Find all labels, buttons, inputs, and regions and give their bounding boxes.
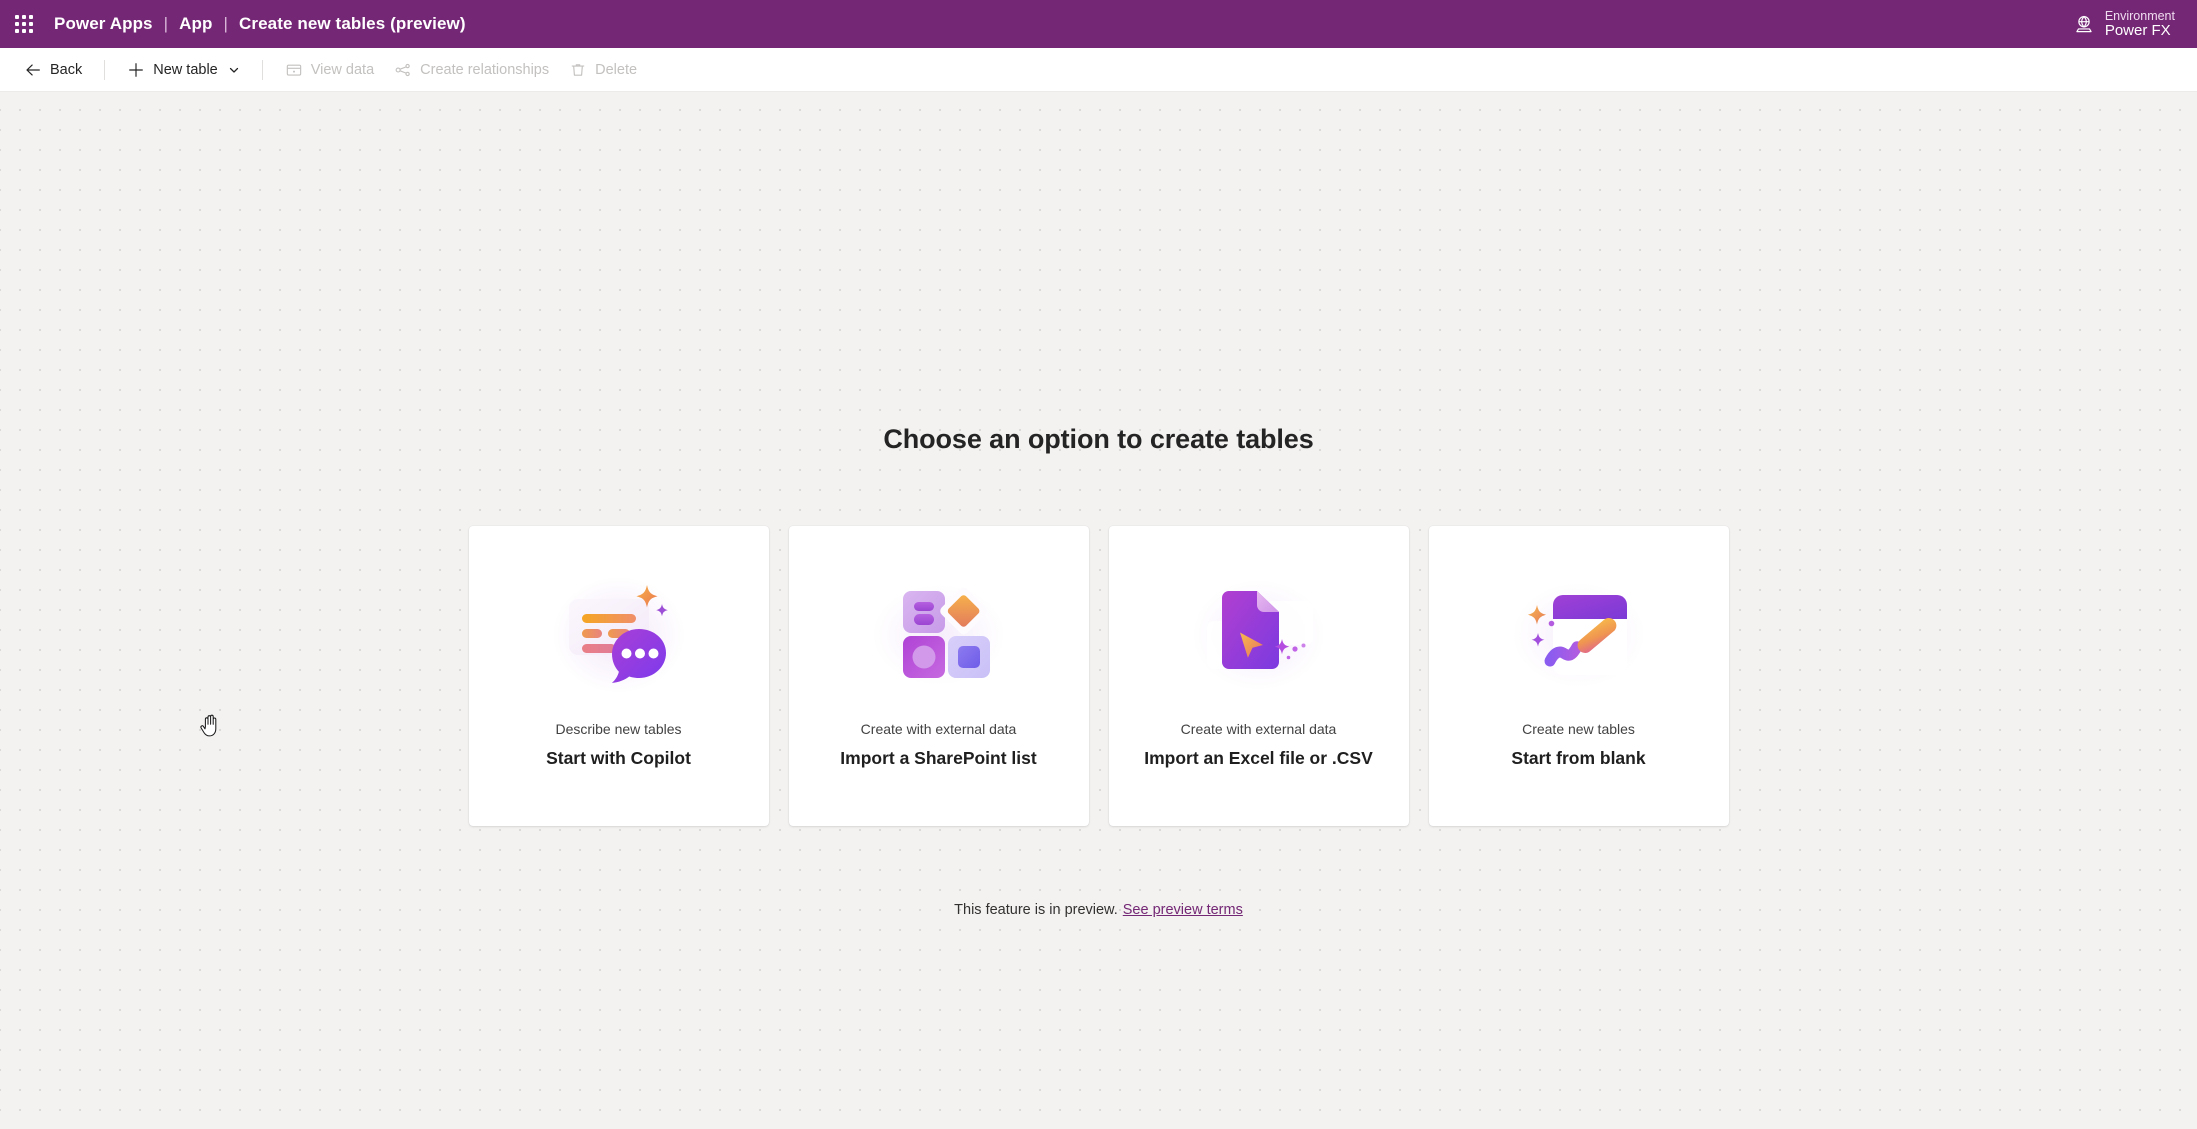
excel-file-cursor-illustration (1179, 570, 1339, 700)
content-column: Choose an option to create tables Descri… (0, 93, 2197, 918)
option-card-import-excel-or-csv[interactable]: Create with external data Import an Exce… (1108, 526, 1409, 826)
app-launcher-button[interactable] (0, 0, 48, 48)
delete-button-label: Delete (595, 61, 638, 78)
breadcrumb-section[interactable]: App (179, 14, 212, 34)
back-button[interactable]: Back (14, 54, 92, 86)
relationship-nodes-icon (395, 63, 410, 76)
environment-globe-icon (2076, 15, 2092, 33)
new-table-button[interactable]: New table (117, 54, 249, 86)
command-divider-2 (261, 59, 263, 80)
create-relationships-button[interactable]: Create relationships (384, 54, 559, 86)
option-card-subtitle: Create new tables (1522, 721, 1635, 737)
option-card-title: Import a SharePoint list (840, 748, 1037, 768)
command-divider-1 (104, 59, 106, 80)
environment-label: Environment (2104, 8, 2175, 23)
table-view-icon (286, 64, 301, 76)
option-card-row: Describe new tables Start with Copilot C… (468, 526, 1729, 826)
option-card-import-sharepoint-list[interactable]: Create with external data Import a Share… (788, 526, 1089, 826)
blank-table-pen-illustration (1499, 570, 1659, 700)
breadcrumb-separator-2: | (223, 14, 229, 33)
option-card-subtitle: Create with external data (1180, 721, 1337, 737)
plus-icon (129, 62, 144, 77)
back-button-label: Back (50, 61, 83, 78)
view-data-button[interactable]: View data (275, 54, 384, 86)
preview-footnote: This feature is in preview. See preview … (954, 902, 1243, 918)
table-designer-canvas: Choose an option to create tables Descri… (0, 93, 2197, 1129)
chevron-down-icon (229, 67, 238, 73)
create-relationships-button-label: Create relationships (420, 61, 550, 78)
new-table-button-label: New table (153, 61, 218, 78)
brand-bar: Power Apps | App | Create new tables (pr… (0, 0, 2197, 48)
trash-icon (571, 63, 585, 76)
option-card-start-from-blank[interactable]: Create new tables Start from blank (1428, 526, 1729, 826)
command-bar: Back New table View data Create relation… (0, 48, 2197, 92)
copilot-chat-illustration (539, 570, 699, 700)
preview-footnote-text: This feature is in preview. (954, 902, 1118, 918)
environment-text: Environment Power FX (2105, 9, 2175, 40)
option-card-start-with-copilot[interactable]: Describe new tables Start with Copilot (468, 526, 769, 826)
arrow-left-icon (26, 63, 40, 76)
option-card-title: Import an Excel file or .CSV (1144, 748, 1373, 768)
option-card-title: Start with Copilot (546, 748, 691, 768)
app-launcher-grid-icon (15, 15, 33, 33)
breadcrumb: Power Apps | App | Create new tables (pr… (54, 14, 466, 34)
option-card-title: Start from blank (1511, 748, 1646, 768)
option-card-subtitle: Create with external data (860, 721, 1017, 737)
view-data-button-label: View data (310, 61, 375, 78)
environment-value: Power FX (2104, 21, 2171, 39)
delete-button[interactable]: Delete (559, 54, 647, 86)
breadcrumb-separator-1: | (163, 14, 169, 33)
breadcrumb-page: Create new tables (preview) (239, 14, 466, 33)
see-preview-terms-link[interactable]: See preview terms (1123, 902, 1243, 918)
option-card-subtitle: Describe new tables (555, 721, 682, 737)
environment-selector[interactable]: Environment Power FX (2073, 9, 2197, 40)
breadcrumb-product[interactable]: Power Apps (54, 14, 153, 34)
sharepoint-blocks-illustration (859, 570, 1019, 700)
page-title: Choose an option to create tables (883, 424, 1314, 454)
